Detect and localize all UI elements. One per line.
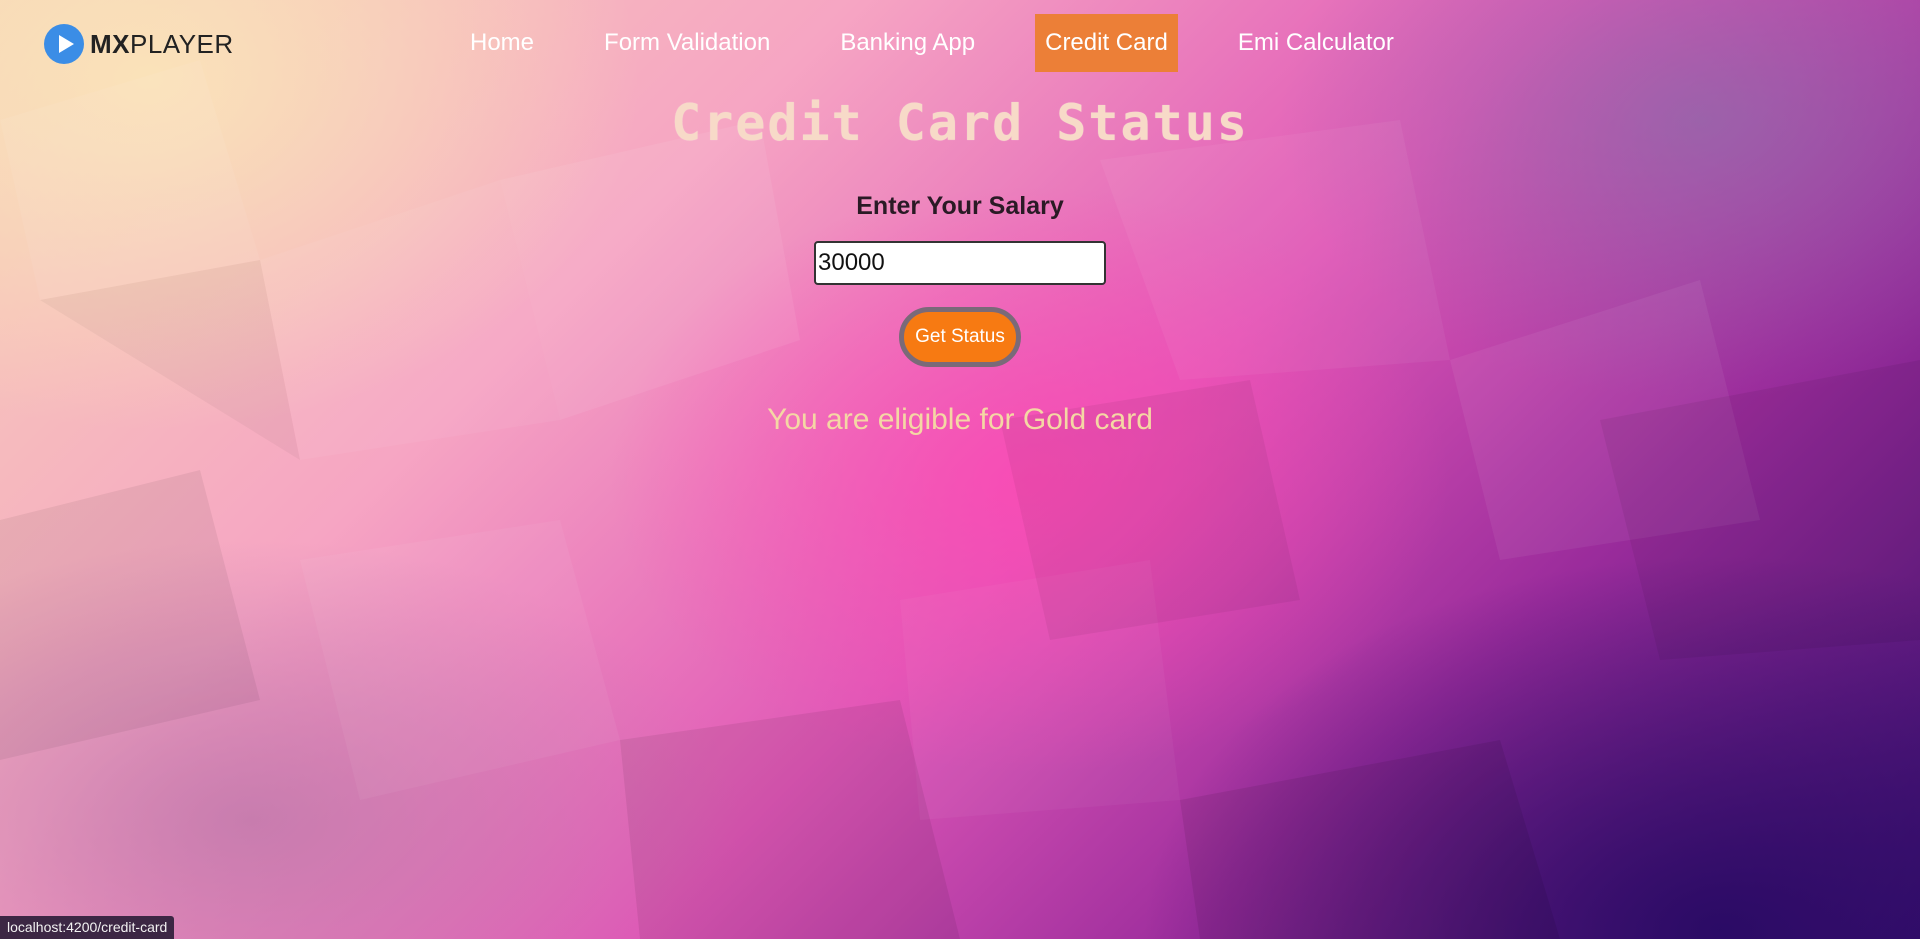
nav-link-emi-calculator[interactable]: Emi Calculator [1228,14,1404,72]
get-status-button[interactable]: Get Status [899,307,1021,367]
nav-links: Home Form Validation Banking App Credit … [460,14,1404,72]
nav-link-home[interactable]: Home [460,14,544,72]
navbar: MXPLAYER Home Form Validation Banking Ap… [0,0,1920,88]
page-title: Credit Card Status [671,94,1249,152]
salary-input[interactable] [814,241,1106,285]
brand-logo[interactable]: MXPLAYER [44,24,234,64]
credit-card-status-section: Credit Card Status Enter Your Salary Get… [0,88,1920,437]
nav-link-form-validation[interactable]: Form Validation [594,14,780,72]
nav-link-banking-app[interactable]: Banking App [830,14,985,72]
eligibility-result: You are eligible for Gold card [767,403,1153,436]
brand-name: MXPLAYER [90,28,234,59]
play-circle-icon [44,24,84,64]
salary-label: Enter Your Salary [856,192,1064,220]
nav-link-credit-card[interactable]: Credit Card [1035,14,1178,72]
browser-status-url: localhost:4200/credit-card [0,916,175,939]
